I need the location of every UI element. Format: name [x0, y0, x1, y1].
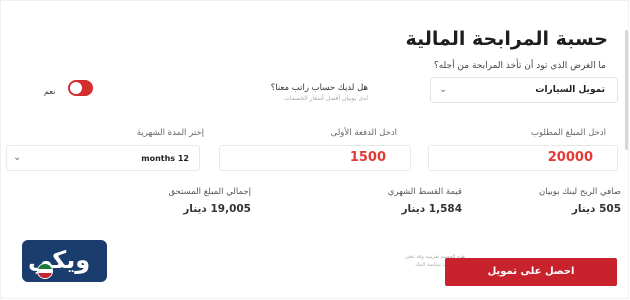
installment-value: 1,584 دينار [401, 203, 462, 215]
get-financing-button[interactable]: احصل على تمويل [445, 258, 617, 286]
watermark-logo: ويكي [22, 240, 107, 282]
total-value: 19,005 دينار [183, 203, 251, 215]
salary-subtext: لدى بوبيان أفضل أسعار الخصمات [284, 95, 368, 102]
period-value: 12 months [141, 154, 189, 163]
kuwait-flag-icon [37, 263, 53, 279]
purpose-selected-value: تمويل السيارات [535, 85, 605, 95]
purpose-question: ما الغرض الذي تود أن تأخذ المرابحة من أج… [433, 61, 606, 71]
period-select[interactable]: 12 months ⌄ [6, 145, 200, 171]
down-payment-value: 1500 [349, 150, 386, 165]
period-label: إختر المدة الشهرية [136, 128, 204, 138]
toggle-label: نعم [44, 87, 56, 96]
purpose-select[interactable]: تمويل السيارات ⌄ [430, 77, 618, 103]
down-payment-label: ادخل الدفعة الأولى [330, 128, 397, 138]
scrollbar[interactable] [625, 30, 628, 150]
profit-value: 505 دينار [571, 203, 621, 215]
page-title: حسبة المرابحة المالية [405, 28, 608, 50]
amount-input[interactable]: 20000 [428, 145, 618, 171]
toggle-knob [70, 82, 82, 94]
salary-question: هل لديك حساب راتب معنا؟ [270, 83, 368, 93]
down-payment-input[interactable]: 1500 [219, 145, 411, 171]
chevron-down-icon: ⌄ [439, 84, 448, 95]
chevron-down-icon: ⌄ [13, 152, 22, 163]
profit-label: صافي الربح لبنك بوبيان [539, 187, 621, 197]
installment-label: قيمة القسط الشهري [387, 187, 462, 197]
amount-value: 20000 [547, 150, 593, 165]
salary-toggle[interactable] [68, 80, 93, 96]
amount-label: ادخل المبلغ المطلوب [530, 128, 606, 138]
total-label: إجمالي المبلغ المستحق [168, 187, 251, 197]
